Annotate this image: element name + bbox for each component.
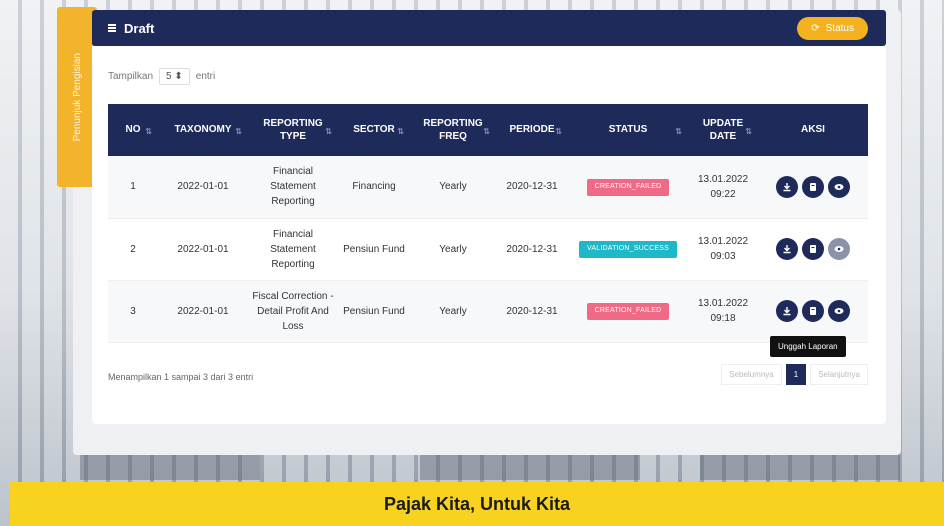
column-header-label: STATUS bbox=[608, 124, 648, 136]
cell-taxonomy: 2022-01-01 bbox=[158, 156, 248, 219]
table-header-row: NO ⇅ TAXONOMY ⇅ REPORTING TYPE ⇅ SECTOR ⇅ RE… bbox=[108, 104, 868, 156]
cell-status: CREATION_FAILED bbox=[568, 156, 688, 219]
column-header-label: TAXONOMY bbox=[174, 124, 232, 136]
cell-update-date: 13.01.2022 09:03 bbox=[688, 218, 758, 281]
pagination-next[interactable]: Selanjutnya bbox=[810, 364, 868, 385]
download-icon[interactable] bbox=[776, 238, 798, 260]
side-guide-label: Penunjuk Pengisian bbox=[71, 52, 83, 142]
cell-reporting-freq: Yearly bbox=[410, 218, 496, 281]
cell-sector: Pensiun Fund bbox=[338, 218, 410, 281]
cell-reporting-type: Financial Statement Reporting bbox=[248, 156, 338, 219]
download-icon[interactable] bbox=[776, 300, 798, 322]
status-button-label: Status bbox=[825, 22, 854, 34]
cell-update-date: 13.01.2022 09:22 bbox=[688, 156, 758, 219]
pagination-prev[interactable]: Sebelumnya bbox=[721, 364, 782, 385]
show-entries-suffix: entri bbox=[195, 71, 216, 82]
cell-sector: Pensiun Fund bbox=[338, 280, 410, 343]
update-date: 13.01.2022 bbox=[697, 298, 749, 309]
update-date: 13.01.2022 bbox=[697, 173, 749, 185]
status-badge: VALIDATION_SUCCESS bbox=[579, 241, 677, 258]
update-time: 09:18 bbox=[710, 313, 736, 324]
cell-no: 2 bbox=[108, 218, 158, 281]
cell-actions bbox=[758, 218, 868, 281]
sort-icon: ⇅ bbox=[675, 127, 682, 137]
sort-icon: ⇅ bbox=[397, 127, 404, 137]
table-row: 1 2022-01-01 Financial Statement Reporting… bbox=[108, 156, 868, 219]
download-icon[interactable] bbox=[776, 175, 798, 198]
refresh-icon: ⟳ bbox=[811, 22, 820, 34]
cell-taxonomy: 2022-01-01 bbox=[158, 218, 248, 281]
cell-taxonomy: 2022-01-01 bbox=[158, 280, 248, 343]
sort-icon: ⇅ bbox=[145, 127, 152, 137]
draft-header: Draft ⟳ Status bbox=[92, 10, 886, 46]
column-header-label: REPORTING TYPE bbox=[263, 117, 323, 143]
update-time: 09:22 bbox=[710, 188, 736, 200]
table-info: Menampilkan 1 sampai 3 dari 3 entri bbox=[108, 372, 254, 382]
column-header-taxonomy[interactable]: TAXONOMY ⇅ bbox=[158, 104, 248, 156]
column-header-label: NO bbox=[125, 124, 141, 136]
cell-no: 1 bbox=[108, 156, 158, 219]
cell-actions bbox=[758, 280, 868, 343]
sort-icon: ⇅ bbox=[745, 127, 752, 137]
side-guide-tab[interactable]: Penunjuk Pengisian bbox=[57, 7, 97, 187]
sort-icon: ⇅ bbox=[483, 127, 490, 137]
upload-report-icon[interactable] bbox=[802, 175, 824, 198]
header-title-wrap: Draft bbox=[108, 21, 154, 36]
update-date: 13.01.2022 bbox=[697, 236, 749, 247]
column-header-label: SECTOR bbox=[353, 124, 395, 136]
column-header-update-date[interactable]: UPDATE DATE ⇅ bbox=[688, 104, 758, 156]
column-header-no[interactable]: NO ⇅ bbox=[108, 104, 158, 156]
view-icon[interactable] bbox=[828, 238, 850, 260]
cell-reporting-type: Financial Statement Reporting bbox=[248, 218, 338, 281]
show-entries: Tampilkan 5 ⬍ entri bbox=[108, 68, 215, 85]
cell-actions bbox=[758, 156, 868, 219]
column-header-reporting-freq[interactable]: REPORTING FREQ ⇅ bbox=[410, 104, 496, 156]
view-icon[interactable] bbox=[828, 175, 850, 198]
entries-select-value: 5 bbox=[166, 71, 172, 82]
list-icon bbox=[108, 24, 116, 32]
status-badge: CREATION_FAILED bbox=[586, 179, 670, 196]
column-header-aksi: AKSI bbox=[758, 104, 868, 156]
entries-select[interactable]: 5 ⬍ bbox=[159, 68, 190, 85]
column-header-label: PERIODE bbox=[509, 124, 555, 136]
draft-table: NO ⇅ TAXONOMY ⇅ REPORTING TYPE ⇅ SECTOR ⇅ RE… bbox=[108, 104, 868, 343]
cell-reporting-type: Fiscal Correction - Detail Profit And Lo… bbox=[248, 280, 338, 343]
column-header-periode[interactable]: PERIODE ⇅ bbox=[496, 104, 568, 156]
cell-no: 3 bbox=[108, 280, 158, 343]
status-button[interactable]: ⟳ Status bbox=[797, 16, 868, 40]
cell-periode: 2020-12-31 bbox=[496, 156, 568, 219]
table-row: 3 2022-01-01 Fiscal Correction - Detail Pr… bbox=[108, 280, 868, 343]
cell-status: CREATION_FAILED bbox=[568, 280, 688, 343]
cell-reporting-freq: Yearly bbox=[410, 156, 496, 219]
status-badge: CREATION_FAILED bbox=[586, 303, 670, 320]
cell-update-date: 13.01.2022 09:18 bbox=[688, 280, 758, 343]
bottom-banner: Pajak Kita, Untuk Kita bbox=[10, 482, 944, 526]
cell-reporting-freq: Yearly bbox=[410, 280, 496, 343]
cell-status: VALIDATION_SUCCESS bbox=[568, 218, 688, 281]
upload-report-icon[interactable] bbox=[802, 238, 824, 260]
column-header-reporting-type[interactable]: REPORTING TYPE ⇅ bbox=[248, 104, 338, 156]
sort-icon: ⇅ bbox=[325, 127, 332, 137]
column-header-status[interactable]: STATUS ⇅ bbox=[568, 104, 688, 156]
show-entries-prefix: Tampilkan bbox=[108, 71, 154, 82]
table-row: 2 2022-01-01 Financial Statement Reporting… bbox=[108, 218, 868, 281]
page-title: Draft bbox=[124, 20, 155, 36]
pagination-page[interactable]: 1 bbox=[785, 364, 807, 385]
cell-periode: 2020-12-31 bbox=[496, 280, 568, 343]
upload-report-icon[interactable] bbox=[802, 300, 824, 322]
upload-report-tooltip: Unggah Laporan bbox=[770, 336, 846, 357]
cell-periode: 2020-12-31 bbox=[496, 218, 568, 281]
draft-card: Tampilkan 5 ⬍ entri NO ⇅ TAXONOMY ⇅ REPORT… bbox=[92, 46, 886, 424]
column-header-label: UPDATE DATE bbox=[702, 117, 744, 143]
bottom-banner-text: Pajak Kita, Untuk Kita bbox=[383, 493, 571, 514]
update-time: 09:03 bbox=[710, 251, 736, 262]
column-header-label: AKSI bbox=[801, 124, 825, 136]
sort-icon: ⇅ bbox=[555, 127, 562, 137]
column-header-sector[interactable]: SECTOR ⇅ bbox=[338, 104, 410, 156]
pagination: Sebelumnya 1 Selanjutnya bbox=[721, 364, 868, 385]
cell-sector: Financing bbox=[338, 156, 410, 219]
sort-icon: ⇅ bbox=[235, 127, 242, 137]
view-icon[interactable] bbox=[828, 300, 850, 322]
column-header-label: REPORTING FREQ bbox=[423, 117, 483, 143]
